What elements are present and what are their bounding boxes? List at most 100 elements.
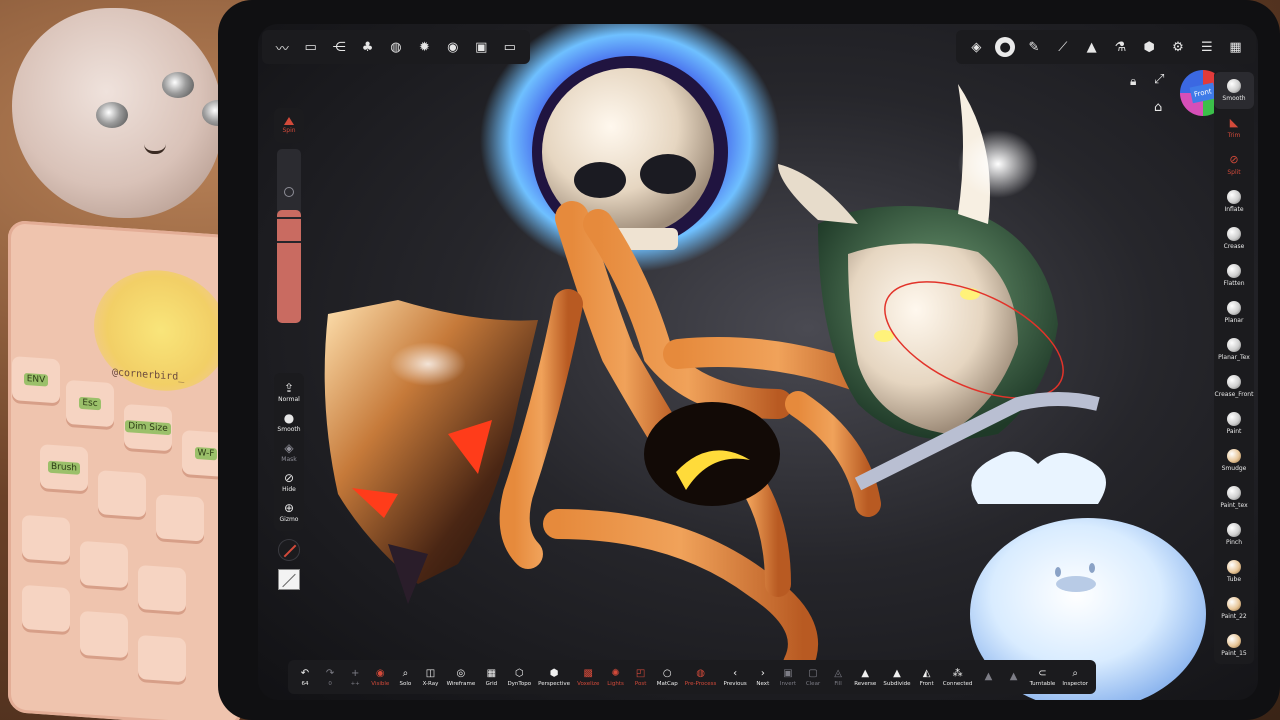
left-panel: Spin ⇪ Normal ● Smooth ◈ Mask ⊘ Hide ⊕ G… xyxy=(274,108,304,590)
brush-ball-icon xyxy=(1227,634,1241,648)
bottom-btn-0[interactable]: ↷ 0 xyxy=(321,668,339,687)
background-icon[interactable]: ◉ xyxy=(443,37,463,57)
brush-planar[interactable]: Planar xyxy=(1214,294,1254,331)
bottom-btn-reverse[interactable]: ▲ Reverse xyxy=(854,668,876,687)
bottom-btn-matcap[interactable]: ○ MatCap xyxy=(657,668,678,687)
camera-icon[interactable]: ▭ xyxy=(500,37,520,57)
pen-icon[interactable]: ✎ xyxy=(1024,37,1044,57)
brush-stroke-icon[interactable]: 〰 xyxy=(272,37,292,57)
smooth-tool[interactable]: ● Smooth xyxy=(274,411,304,433)
folder-icon[interactable]: ▭ xyxy=(301,37,321,57)
triangle-icon[interactable]: ▲ xyxy=(1082,37,1102,57)
bottom-btn-invert[interactable]: ▣ Invert xyxy=(779,668,797,687)
bottom-btn-label: 0 xyxy=(328,680,332,687)
sculpt-viewport[interactable] xyxy=(258,24,1258,700)
bottom-btn-visible[interactable]: ◉ Visible xyxy=(371,668,389,687)
bottom-btn-fill[interactable]: ◬ Fill xyxy=(829,668,847,687)
color-picker-button[interactable] xyxy=(278,539,300,561)
settings-gear-icon[interactable]: ⚙ xyxy=(1168,37,1188,57)
flask-icon[interactable]: ⚗ xyxy=(1110,37,1130,57)
bottom-btn-next[interactable]: › Next xyxy=(754,668,772,687)
brush-smudge[interactable]: Smudge xyxy=(1214,442,1254,479)
brush-pinch[interactable]: Pinch xyxy=(1214,516,1254,553)
bottom-btn-perspective[interactable]: ⬢ Perspective xyxy=(538,668,570,687)
spacer-a-icon: ▲ xyxy=(984,670,993,682)
bottom-btn-wireframe[interactable]: ◎ Wireframe xyxy=(447,668,476,687)
bottom-btn-previous[interactable]: ‹ Previous xyxy=(723,668,746,687)
brush-label: Planar xyxy=(1224,317,1244,324)
bottom-btn-spacer-b[interactable]: ▲ xyxy=(1005,671,1023,684)
bottom-btn-front[interactable]: ◭ Front xyxy=(918,668,936,687)
brush-smooth[interactable]: Smooth xyxy=(1214,72,1254,109)
smooth-ball-icon: ● xyxy=(283,411,295,426)
radius-slider[interactable] xyxy=(277,148,301,324)
material-icon[interactable]: ◍ xyxy=(386,37,406,57)
bottom-btn-label: Front xyxy=(919,680,934,687)
brush-split[interactable]: ⊘ Split xyxy=(1214,146,1254,183)
expand-icon[interactable]: ⤢ xyxy=(1154,72,1164,87)
bottom-btn-64[interactable]: ↶ 64 xyxy=(296,668,314,687)
tool-label: Smooth xyxy=(277,426,301,434)
brush-paint[interactable]: Paint xyxy=(1214,405,1254,442)
bottom-btn-connected[interactable]: ⁂ Connected xyxy=(943,668,973,687)
mask-tool[interactable]: ◈ Mask xyxy=(274,441,304,463)
keypad-key: Dim Size xyxy=(124,403,172,452)
brush-label: Flatten xyxy=(1223,280,1245,287)
brush-flatten[interactable]: Flatten xyxy=(1214,257,1254,294)
keypad-key: ENV xyxy=(12,356,60,404)
bottom-btn-label: Turntable xyxy=(1029,680,1056,687)
gallery-icon[interactable]: ▦ xyxy=(1226,37,1246,57)
brush-ball-icon xyxy=(1227,227,1241,241)
scene-graph-icon[interactable]: ⋲ xyxy=(329,37,349,57)
brush-ball-icon[interactable]: ● xyxy=(995,37,1016,57)
home-icon[interactable]: ⌂ xyxy=(1154,100,1162,115)
bottom-btn-label: Connected xyxy=(942,680,973,687)
eyedropper-icon[interactable]: ⟋ xyxy=(1053,37,1073,57)
bottom-btn-solo[interactable]: ⌕ Solo xyxy=(396,668,414,687)
bottom-btn-post[interactable]: ◰ Post xyxy=(632,668,650,687)
bottom-btn-label: Solo xyxy=(399,680,412,687)
stack-icon[interactable]: ◈ xyxy=(966,37,986,57)
bottom-btn-clear[interactable]: ▢ Clear xyxy=(804,668,822,687)
brush-crease[interactable]: Crease xyxy=(1214,220,1254,257)
normal-tool[interactable]: ⇪ Normal xyxy=(274,381,304,403)
bottom-btn-turntable[interactable]: ⊂ Turntable xyxy=(1030,668,1056,687)
material-swatch[interactable] xyxy=(278,568,300,590)
eye-slash-icon: ⊘ xyxy=(283,471,295,486)
brush-ball-icon: ◣ xyxy=(1229,116,1239,129)
gizmo-tool[interactable]: ⊕ Gizmo xyxy=(274,501,304,523)
spin-button[interactable]: Spin xyxy=(274,108,304,143)
brush-crease-front[interactable]: Crease_Front xyxy=(1214,368,1254,405)
keypad-key: Esc xyxy=(66,379,114,428)
bottom-btn--[interactable]: + ++ xyxy=(346,668,364,687)
brush-paint-tex[interactable]: Paint_tex xyxy=(1214,479,1254,516)
bottom-btn-inspector[interactable]: ⌕ Inspector xyxy=(1062,668,1088,687)
gear-icon[interactable]: ✹ xyxy=(414,37,434,57)
bottom-btn-subdivide[interactable]: ▲ Subdivide xyxy=(883,668,910,687)
sliders-icon[interactable]: ☰ xyxy=(1197,37,1217,57)
bottom-btn-voxelize[interactable]: ▩ Voxelize xyxy=(577,668,599,687)
brush-ball-icon xyxy=(1227,597,1241,611)
bottom-btn-lights[interactable]: ✺ Lights xyxy=(607,668,625,687)
bottom-btn-spacer-a[interactable]: ▲ xyxy=(979,671,997,684)
bottom-btn-label: Invert xyxy=(779,680,796,687)
brush-paint-22[interactable]: Paint_22 xyxy=(1214,590,1254,627)
brush-tube[interactable]: Tube xyxy=(1214,553,1254,590)
bottom-btn-pre-process[interactable]: ◍ Pre-Process xyxy=(685,668,717,687)
hide-tool[interactable]: ⊘ Hide xyxy=(274,471,304,493)
brush-paint-15[interactable]: Paint_15 xyxy=(1214,627,1254,664)
brush-planar-tex[interactable]: Planar_Tex xyxy=(1214,331,1254,368)
bottom-btn-label: Previous xyxy=(723,680,747,687)
brush-ball-icon xyxy=(1227,79,1241,93)
image-icon[interactable]: ▣ xyxy=(471,37,491,57)
bottom-btn-label: DynTopo xyxy=(507,680,532,687)
bottom-btn-x-ray[interactable]: ◫ X-Ray xyxy=(421,668,439,687)
bottom-btn-grid[interactable]: ▦ Grid xyxy=(482,668,500,687)
layers-icon[interactable]: ♣ xyxy=(358,37,378,57)
brush-inflate[interactable]: Inflate xyxy=(1214,183,1254,220)
bottom-btn-dyntopo[interactable]: ⬡ DynTopo xyxy=(507,668,531,687)
lock-icon[interactable]: 🔒︎ xyxy=(1130,74,1136,89)
brush-trim[interactable]: ◣ Trim xyxy=(1214,109,1254,146)
cube-icon[interactable]: ⬢ xyxy=(1139,37,1159,57)
clear-icon: ▢ xyxy=(808,667,818,679)
